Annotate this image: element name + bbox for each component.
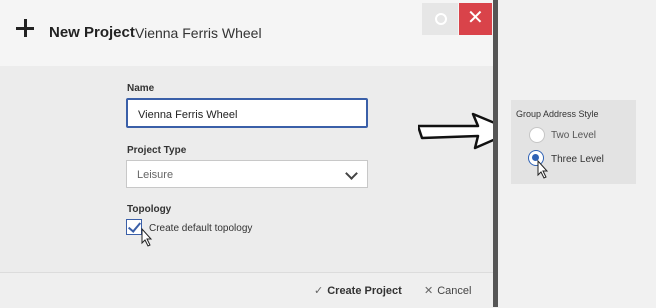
plus-icon — [15, 18, 35, 38]
create-project-label: Create Project — [327, 285, 402, 297]
two-level-radio[interactable] — [529, 127, 545, 143]
project-name-heading: Vienna Ferris Wheel — [135, 25, 262, 41]
name-label: Name — [127, 83, 155, 94]
checkmark-icon: ✓ — [314, 285, 324, 297]
mouse-cursor-icon — [141, 228, 153, 247]
circle-icon — [435, 13, 447, 25]
name-input[interactable]: Vienna Ferris Wheel — [126, 98, 368, 128]
dialog-header: New Project Vienna Ferris Wheel ✕ — [0, 0, 493, 66]
minimize-button[interactable] — [422, 3, 458, 35]
create-default-topology-label: Create default topology — [149, 223, 253, 234]
three-level-label: Three Level — [551, 154, 604, 165]
topology-label: Topology — [127, 204, 172, 215]
project-type-value: Leisure — [137, 169, 174, 181]
cancel-button[interactable]: ✕ Cancel — [424, 284, 471, 297]
create-project-button[interactable]: ✓ Create Project — [314, 284, 402, 297]
dialog-footer — [0, 272, 493, 308]
two-level-label: Two Level — [551, 130, 597, 141]
close-button[interactable]: ✕ — [459, 3, 492, 35]
cancel-label: Cancel — [437, 285, 472, 297]
chevron-down-icon — [345, 167, 358, 180]
dialog-title: New Project — [49, 24, 135, 41]
cancel-icon: ✕ — [424, 285, 434, 297]
mouse-cursor-icon — [537, 160, 549, 179]
project-type-select[interactable]: Leisure — [126, 160, 368, 188]
group-address-style-title: Group Address Style — [516, 109, 599, 119]
close-icon: ✕ — [467, 7, 484, 29]
project-type-label: Project Type — [127, 145, 187, 156]
